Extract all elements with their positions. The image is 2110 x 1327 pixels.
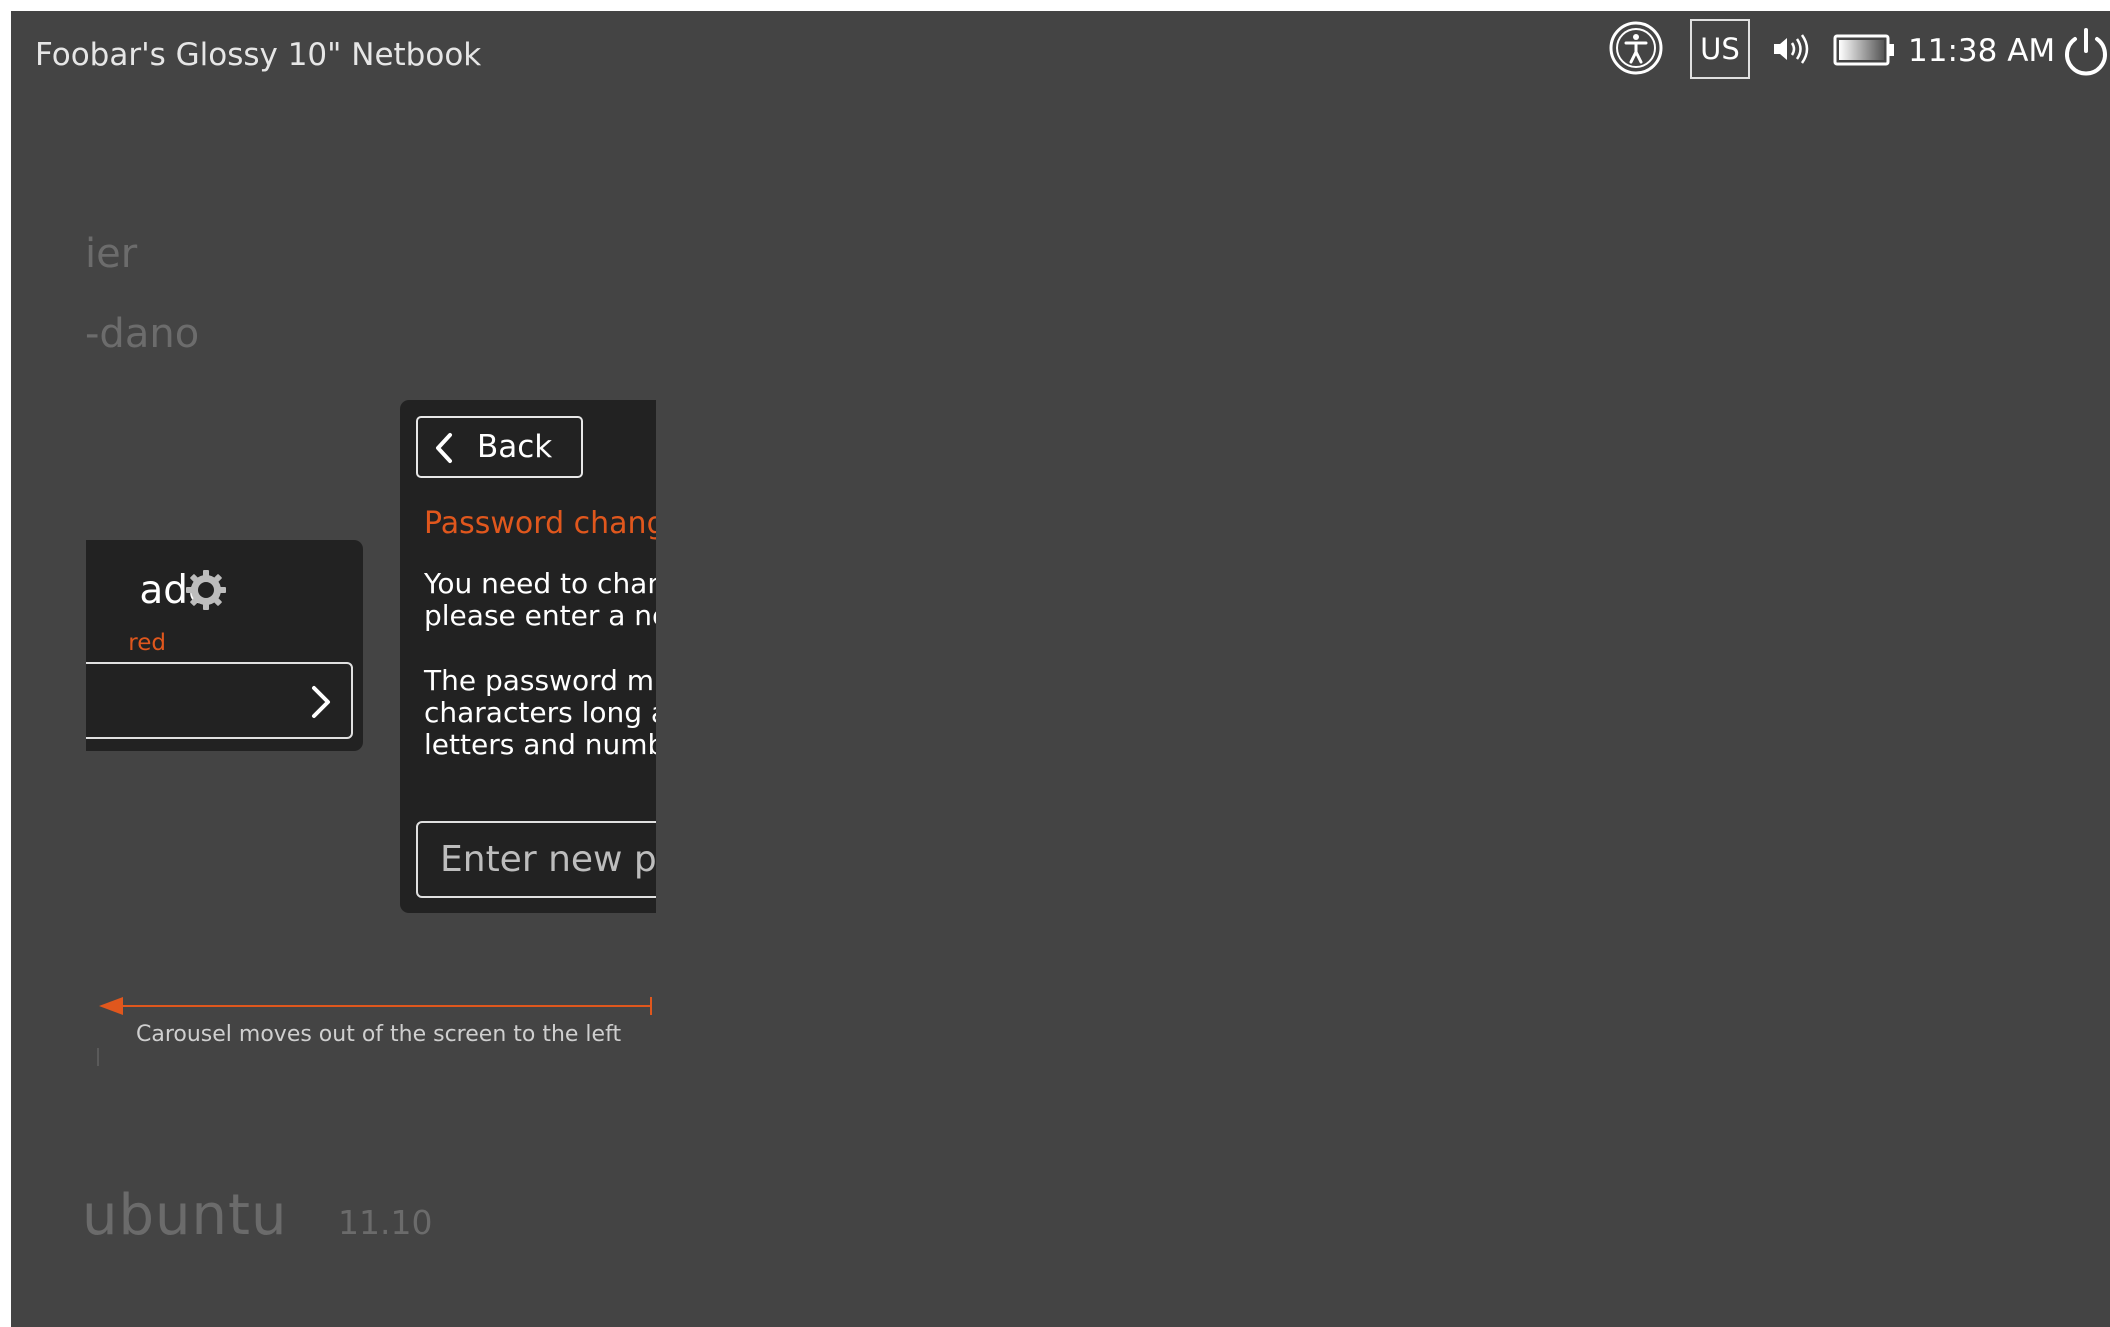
ghost-user-item[interactable]: ier [85,231,137,277]
version-label: 11.10 [338,1203,433,1242]
power-icon[interactable] [2061,27,2110,79]
login-screen: Foobar's Glossy 10" Netbook US 11:38 AM … [11,11,2110,1327]
hostname-label: Foobar's Glossy 10" Netbook [35,37,482,73]
selected-user-card[interactable]: ade red [86,540,363,751]
back-button-label: Back [477,429,553,465]
ubuntu-logo: ubuntu [82,1183,288,1248]
carousel-viewport: ade red Back Password chang You need to … [86,381,656,921]
requirement-line: The password mu [424,664,656,697]
ghost-user-item[interactable]: -dano [85,311,199,357]
keyboard-layout-indicator[interactable]: US [1690,19,1750,79]
message-line: please enter a ne [424,599,656,632]
requirement-line: characters long ar [424,696,656,729]
accessibility-icon[interactable] [1608,20,1664,76]
annotation-text: Carousel moves out of the screen to the … [136,1022,622,1047]
divider [97,1048,99,1066]
clock-label[interactable]: 11:38 AM [1908,33,2055,69]
password-change-title: Password chang [424,506,656,541]
gear-icon[interactable] [184,568,228,612]
requirement-line: letters and numb [424,728,656,761]
password-change-card: Back Password chang You need to chan ple… [400,400,656,913]
back-button[interactable]: Back [416,416,583,478]
user-password-field[interactable] [86,662,353,739]
volume-icon[interactable] [1771,31,1815,67]
battery-icon[interactable] [1833,33,1895,67]
message-line: You need to chan [424,567,656,600]
chevron-left-icon [434,432,454,464]
carousel-direction-arrow [99,997,652,1015]
chevron-right-icon[interactable] [309,684,333,720]
new-password-input[interactable]: Enter new pa [416,821,656,898]
user-status-label: red [128,630,166,656]
